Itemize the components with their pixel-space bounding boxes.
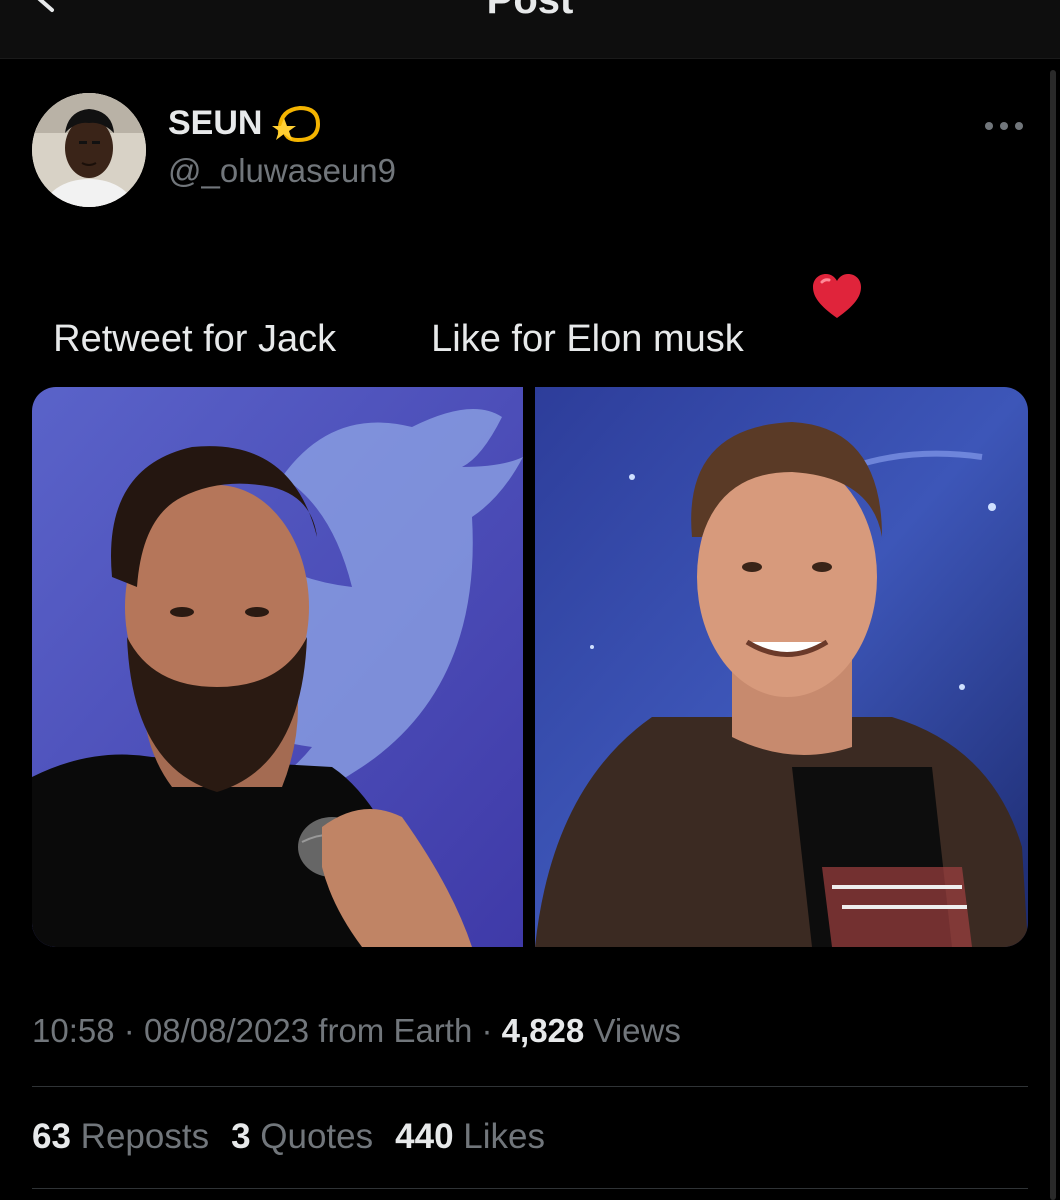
avatar[interactable] xyxy=(32,93,146,207)
scrollbar[interactable] xyxy=(1050,70,1056,1200)
divider xyxy=(32,1188,1028,1189)
post-source: from Earth xyxy=(318,1012,473,1049)
post-meta: 10:58 · 08/08/2023 from Earth · 4,828 Vi… xyxy=(32,1012,681,1050)
likes-label: Likes xyxy=(463,1117,545,1156)
post-date: 08/08/2023 xyxy=(143,1012,310,1049)
post-time: 10:58 xyxy=(32,1012,115,1049)
avatar-image xyxy=(32,93,146,207)
display-name[interactable]: SEUN xyxy=(168,104,262,143)
likes-stat[interactable]: 440 Likes xyxy=(395,1117,545,1156)
author-handle[interactable]: @_oluwaseun9 xyxy=(168,152,396,190)
likes-count: 440 xyxy=(395,1117,454,1156)
dizzy-comet-icon xyxy=(272,105,321,143)
post-text: Retweet for Jack Like for Elon musk xyxy=(32,275,744,361)
post-text-part1: Retweet for Jack xyxy=(53,318,337,360)
views-label: Views xyxy=(593,1012,681,1049)
media-images xyxy=(32,387,1028,947)
post-media[interactable] xyxy=(32,387,1028,947)
views-count: 4,828 xyxy=(501,1012,585,1049)
engagement-stats: 63 Reposts 3 Quotes 440 Likes xyxy=(32,1117,567,1157)
media-image-right xyxy=(535,387,1028,947)
quotes-stat[interactable]: 3 Quotes xyxy=(231,1117,373,1156)
meta-separator: · xyxy=(481,1012,493,1049)
reposts-label: Reposts xyxy=(80,1117,210,1156)
more-horizontal-icon[interactable] xyxy=(982,116,1026,136)
reposts-stat[interactable]: 63 Reposts xyxy=(32,1117,209,1156)
red-heart-icon xyxy=(813,274,861,318)
quotes-label: Quotes xyxy=(260,1117,374,1156)
media-image-left xyxy=(32,387,523,947)
reposts-count: 63 xyxy=(32,1117,71,1156)
quotes-count: 3 xyxy=(231,1117,251,1156)
divider xyxy=(32,1086,1028,1087)
page-title: Post xyxy=(486,0,574,22)
post-text-part2: Like for Elon musk xyxy=(431,318,744,360)
meta-separator: · xyxy=(123,1012,135,1049)
top-bar: Post xyxy=(0,0,1060,59)
